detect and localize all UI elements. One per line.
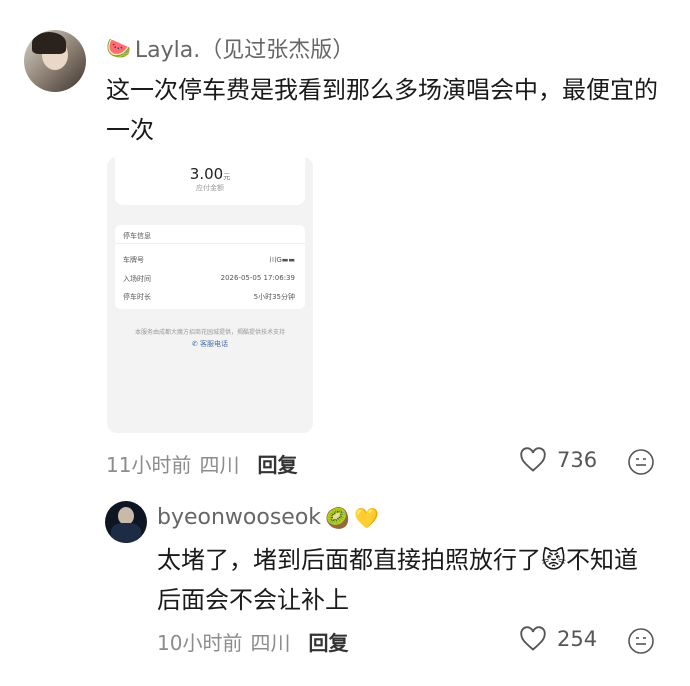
avatar[interactable]	[105, 501, 147, 543]
amount-card: 3.00元 应付金额	[115, 157, 305, 205]
comment-image[interactable]: 3.00元 应付金额 停车信息 车牌号 川G▬▬ 入场时间 2026-05-05…	[107, 157, 313, 433]
comment-text-line: 后面会不会让补上	[157, 586, 349, 614]
username[interactable]: byeonwooseok	[157, 505, 321, 530]
like-button[interactable]: 254	[519, 626, 597, 652]
amount-value: 3.00	[189, 165, 224, 183]
reply-button[interactable]: 回复	[308, 627, 348, 656]
info-row: 停车时长 5小时35分钟	[123, 292, 295, 302]
info-label: 入场时间	[123, 275, 151, 283]
comment-text-line: 一次	[106, 116, 154, 144]
like-count: 254	[557, 627, 598, 651]
comment-text-line: 这一次停车费是我看到那么多场演唱会中，最便宜的	[106, 76, 658, 104]
amount-unit: 元	[223, 173, 231, 181]
info-value: 5小时35分钟	[253, 293, 295, 301]
timestamp: 11小时前	[106, 453, 192, 477]
like-count: 736	[557, 448, 598, 472]
comment-meta: 10小时前 四川 回复	[157, 627, 348, 656]
comment-text: 太堵了，堵到后面都直接拍照放行了😾不知道 后面会不会让补上	[157, 540, 677, 620]
like-button[interactable]: 736	[519, 447, 597, 473]
username-row: byeonwooseok 🥝 💛	[157, 505, 379, 530]
info-row: 车牌号 川G▬▬	[123, 255, 295, 265]
username-row: 🍉 Layla.（见过张杰版）	[106, 32, 354, 64]
angry-face-icon: 😾	[541, 546, 567, 574]
location: 四川	[199, 453, 240, 477]
reply-button[interactable]: 回复	[257, 449, 297, 478]
section-title: 停车信息	[123, 232, 151, 240]
username[interactable]: Layla.（见过张杰版）	[135, 32, 354, 64]
phone-icon: ✆	[191, 340, 198, 348]
timestamp: 10小时前	[157, 631, 243, 655]
comment-meta: 11小时前 四川 回复	[106, 449, 297, 478]
service-phone: ✆ 客服电话	[191, 340, 229, 348]
kiwi-icon: 🥝	[325, 505, 350, 530]
heart-icon	[520, 447, 546, 472]
footer-note: 本服务由成都大魔方招商花园城提供，揭酷提供技术支持	[134, 329, 285, 336]
heart-icon	[520, 626, 546, 651]
comment-text: 这一次停车费是我看到那么多场演唱会中，最便宜的 一次	[106, 70, 676, 150]
info-label: 停车时长	[123, 293, 151, 301]
comment-text-line: 太堵了，堵到后面都直接拍照放行了😾不知道	[157, 546, 639, 574]
info-label: 车牌号	[123, 256, 144, 264]
avatar[interactable]	[24, 30, 86, 92]
info-row: 入场时间 2026-05-05 17:06:39	[123, 274, 295, 284]
emoji-react-icon[interactable]	[627, 448, 655, 480]
yellow-heart-icon: 💛	[353, 505, 379, 530]
amount-label: 应付金额	[196, 184, 224, 192]
location: 四川	[250, 631, 291, 655]
watermelon-icon: 🍉	[106, 36, 131, 60]
emoji-react-icon[interactable]	[627, 627, 655, 659]
info-value: 川G▬▬	[269, 256, 295, 264]
parking-info-card: 停车信息 车牌号 川G▬▬ 入场时间 2026-05-05 17:06:39 停…	[115, 225, 305, 309]
info-value: 2026-05-05 17:06:39	[220, 274, 295, 282]
